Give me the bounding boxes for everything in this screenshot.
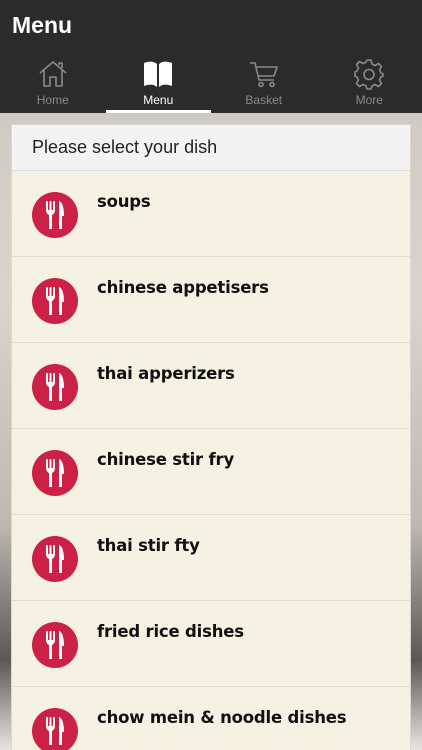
dish-panel: Please select your dish soups chinese ap… [11, 124, 411, 750]
dish-list: soups chinese appetisers thai apperizers… [12, 171, 410, 750]
tab-more-label: More [355, 93, 383, 107]
tab-menu[interactable]: Menu [105, 54, 212, 113]
cart-icon [249, 62, 278, 88]
tab-home-label: Home [36, 93, 69, 107]
fork-knife-icon [32, 708, 78, 750]
dish-list-item[interactable]: fried rice dishes [12, 601, 410, 687]
gear-icon [354, 59, 385, 90]
tab-bar: Home Menu Basket More [0, 54, 422, 113]
dish-list-item[interactable]: chinese appetisers [12, 257, 410, 343]
dish-name: chow mein & noodle dishes [97, 708, 347, 727]
app-header: Menu Home Menu Basket More [0, 0, 422, 113]
panel-heading: Please select your dish [12, 125, 410, 171]
fork-knife-icon [32, 536, 78, 582]
dish-list-item[interactable]: chinese stir fry [12, 429, 410, 515]
fork-knife-icon [32, 192, 78, 238]
dish-list-item[interactable]: thai stir fty [12, 515, 410, 601]
dish-name: chinese stir fry [97, 450, 234, 469]
tab-basket[interactable]: Basket [211, 54, 317, 113]
tab-menu-label: Menu [143, 93, 174, 107]
fork-knife-icon [32, 622, 78, 668]
tab-home[interactable]: Home [0, 54, 106, 113]
dish-list-item[interactable]: thai apperizers [12, 343, 410, 429]
page-title: Menu [12, 12, 73, 38]
dish-name: thai apperizers [97, 364, 235, 383]
dish-name: fried rice dishes [97, 622, 244, 641]
tab-basket-label: Basket [245, 93, 283, 107]
home-icon [39, 61, 67, 87]
dish-name: thai stir fty [97, 536, 200, 555]
tab-more[interactable]: More [317, 54, 422, 113]
dish-name: soups [97, 192, 151, 211]
fork-knife-icon [32, 278, 78, 324]
dish-list-item[interactable]: soups [12, 171, 410, 257]
fork-knife-icon [32, 450, 78, 496]
fork-knife-icon [32, 364, 78, 410]
dish-name: chinese appetisers [97, 278, 269, 297]
dish-list-item[interactable]: chow mein & noodle dishes [12, 687, 410, 750]
book-icon [144, 61, 173, 87]
